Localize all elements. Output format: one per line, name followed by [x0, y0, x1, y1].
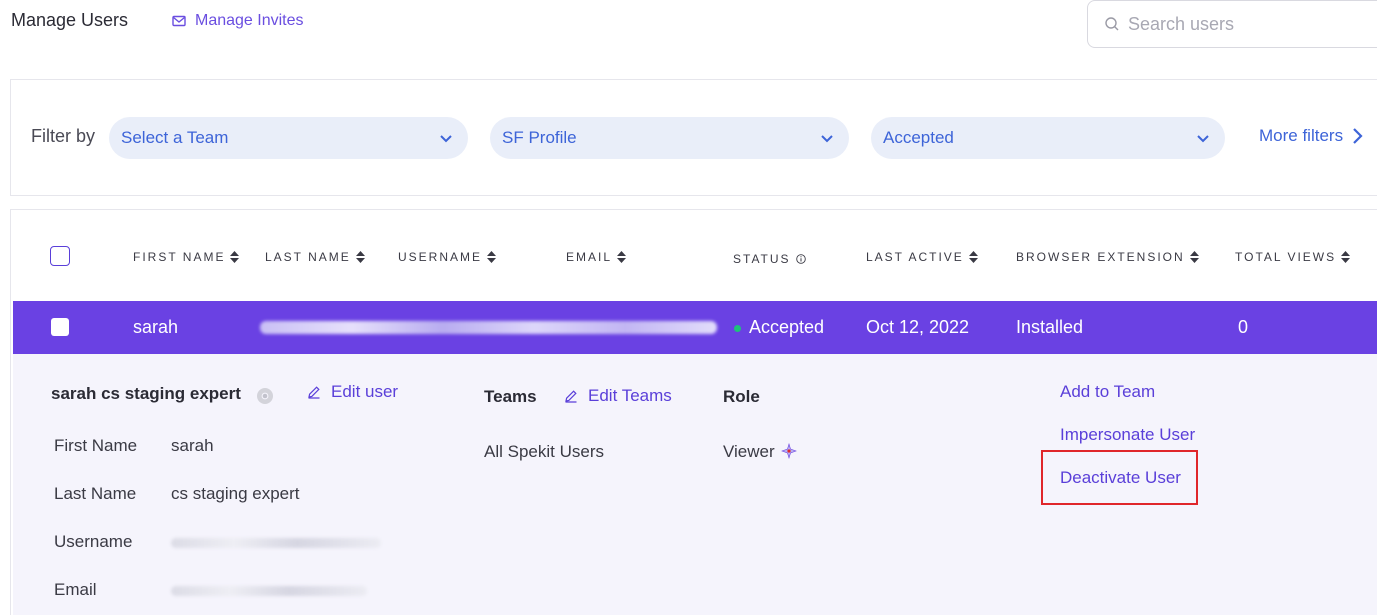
impersonate-user-label: Impersonate User — [1060, 425, 1196, 444]
table-row-selected[interactable]: sarah Accepted Oct 12, 2022 Installed 0 — [13, 301, 1377, 354]
add-to-team-link[interactable]: Add to Team — [1060, 382, 1155, 402]
column-last-name[interactable]: LAST NAME — [265, 250, 365, 264]
profile-filter-value: SF Profile — [502, 128, 577, 147]
add-to-team-label: Add to Team — [1060, 382, 1156, 401]
team-filter-select[interactable]: Select a Team — [109, 117, 468, 159]
team-name: All Spekit Users — [484, 442, 604, 461]
edit-user-label: Edit user — [331, 382, 399, 401]
email-label: Email — [54, 580, 97, 599]
first-name-value: sarah — [171, 436, 214, 455]
teams-heading: Teams — [484, 387, 537, 406]
cell-status: Accepted — [734, 317, 824, 338]
status-filter-select[interactable]: Accepted — [871, 117, 1225, 159]
chevron-right-icon — [1353, 128, 1363, 144]
deactivate-user-link[interactable]: Deactivate User — [1060, 468, 1181, 488]
sort-icon — [355, 251, 365, 263]
page-header: Manage Users Manage Invites — [0, 0, 1377, 60]
column-last-active[interactable]: LAST ACTIVE — [866, 250, 978, 264]
profile-filter-select[interactable]: SF Profile — [490, 117, 849, 159]
users-table: FIRST NAME LAST NAME USERNAME EMAIL STAT… — [10, 209, 1377, 615]
column-label: EMAIL — [566, 250, 613, 264]
last-name-label: Last Name — [54, 484, 137, 503]
status-dot — [734, 324, 741, 332]
username-value-redacted — [171, 538, 381, 548]
column-label: LAST ACTIVE — [866, 250, 964, 264]
user-detail-panel: sarah cs staging expert Edit user First … — [13, 354, 1377, 615]
first-name-label: First Name — [54, 436, 138, 455]
pencil-icon — [565, 390, 577, 403]
sort-icon — [1189, 251, 1199, 263]
sort-icon — [968, 251, 978, 263]
search-input[interactable] — [1128, 13, 1348, 35]
cell-last-active: Oct 12, 2022 — [866, 317, 970, 337]
status-text: Accepted — [749, 317, 825, 337]
table-header: FIRST NAME LAST NAME USERNAME EMAIL STAT… — [11, 210, 1377, 301]
column-browser-extension[interactable]: BROWSER EXTENSION — [1016, 250, 1199, 264]
column-label: STATUS — [733, 252, 791, 266]
column-label: LAST NAME — [265, 250, 351, 264]
edit-teams-label: Edit Teams — [588, 386, 672, 405]
chrome-icon — [257, 388, 273, 404]
column-email[interactable]: EMAIL — [566, 250, 627, 264]
email-value-redacted — [171, 586, 367, 596]
row-checkbox[interactable] — [51, 318, 69, 336]
role-value-wrap: Viewer — [723, 442, 797, 462]
sort-icon — [487, 251, 497, 263]
role-heading: Role — [723, 387, 760, 406]
sort-icon — [1341, 251, 1351, 263]
chevron-down-icon — [440, 135, 452, 143]
mail-icon — [172, 15, 186, 27]
column-label: USERNAME — [398, 250, 483, 264]
info-icon[interactable] — [795, 254, 806, 264]
column-status: STATUS — [733, 252, 806, 266]
page-title: Manage Users — [11, 10, 129, 30]
column-label: TOTAL VIEWS — [1235, 250, 1337, 264]
sort-icon — [230, 251, 240, 263]
select-all-checkbox[interactable] — [50, 246, 70, 266]
deactivate-user-label: Deactivate User — [1060, 468, 1181, 487]
cell-browser-extension: Installed — [1016, 317, 1084, 337]
search-icon — [1105, 17, 1119, 31]
edit-user-link[interactable]: Edit user — [307, 382, 398, 402]
sparkle-icon — [780, 442, 797, 460]
pencil-icon — [308, 386, 320, 399]
last-name-value: cs staging expert — [171, 484, 300, 503]
status-filter-value: Accepted — [883, 128, 954, 147]
search-box — [1087, 0, 1377, 48]
role-value: Viewer — [723, 442, 775, 461]
column-first-name[interactable]: FIRST NAME — [133, 250, 240, 264]
impersonate-user-link[interactable]: Impersonate User — [1060, 425, 1195, 445]
more-filters-label: More filters — [1259, 126, 1344, 145]
redacted-values — [260, 321, 717, 334]
column-label: BROWSER EXTENSION — [1016, 250, 1185, 264]
cell-first-name: sarah — [133, 317, 179, 337]
chevron-down-icon — [821, 135, 833, 143]
column-total-views[interactable]: TOTAL VIEWS — [1235, 250, 1351, 264]
more-filters-link[interactable]: More filters — [1259, 126, 1363, 146]
filter-panel: Filter by Select a Team SF Profile Accep… — [10, 79, 1377, 196]
team-filter-value: Select a Team — [121, 128, 229, 147]
column-label: FIRST NAME — [133, 250, 226, 264]
cell-total-views: 0 — [1238, 317, 1249, 337]
manage-invites-link[interactable]: Manage Invites — [171, 12, 304, 30]
sort-icon — [617, 251, 627, 263]
chevron-down-icon — [1197, 135, 1209, 143]
username-label: Username — [54, 532, 133, 551]
filter-label: Filter by — [31, 126, 96, 146]
edit-teams-link[interactable]: Edit Teams — [564, 386, 672, 406]
manage-invites-label: Manage Invites — [195, 12, 304, 29]
user-full-name: sarah cs staging expert — [51, 384, 241, 403]
column-username[interactable]: USERNAME — [398, 250, 497, 264]
